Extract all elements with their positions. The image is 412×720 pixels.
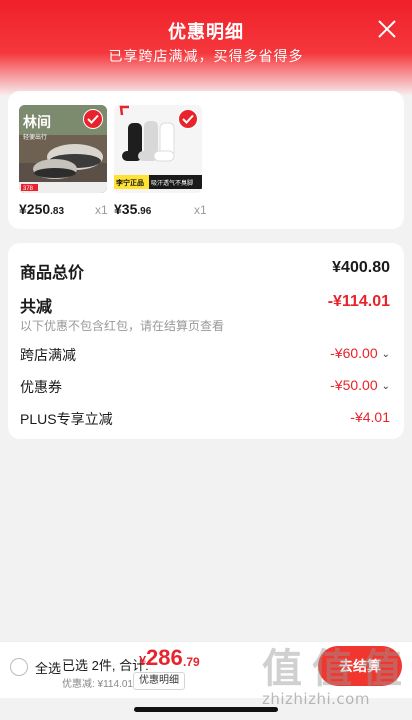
chevron-down-icon: ⌄ [381,381,390,392]
discount-note: 以下优惠不包含红包，请在结算页查看 [20,319,225,333]
page-title: 优惠明细 [168,22,244,42]
goods-total-value: ¥400.80 [332,259,390,276]
watermark-logo: 值值值 [262,646,412,692]
discount-detail-tag[interactable]: 优惠明细 [133,672,185,690]
total-discount-value: -¥114.01 [327,293,390,310]
product-price: ¥250.83 [19,201,65,217]
goods-total-label: 商品总价 [20,265,85,282]
product-qty: x1 [95,203,108,217]
product-image-socks: 李宁正品 吸汗透气不臭脚 [114,105,202,193]
total-discount-label: 共减 [20,299,53,316]
discount-amount-line: 优惠减: ¥114.01 [62,679,133,690]
plus-discount-label: PLUS专享立减 [20,411,113,427]
plus-discount-value: -¥4.01 [350,409,390,425]
close-button[interactable] [376,18,398,40]
product-qty: x1 [194,203,207,217]
home-indicator[interactable] [134,707,278,712]
selected-check-icon [178,109,198,129]
select-all-radio[interactable] [10,658,28,676]
svg-text:吸汗透气不臭脚: 吸汗透气不臭脚 [151,179,193,187]
product-item[interactable]: 李宁正品 吸汗透气不臭脚 ¥35.96 x1 [114,105,207,217]
product-image-shoes: 378 林间 轻便出行 [19,105,107,193]
header: 优惠明细 已享跨店满减，买得多省得多 [0,0,412,96]
coupon-label: 优惠券 [20,379,62,395]
close-icon [378,20,396,38]
svg-text:李宁正品: 李宁正品 [115,178,144,187]
chevron-down-icon: ⌄ [381,349,390,360]
select-all-label[interactable]: 全选 [35,658,61,677]
cross-store-discount-value: -¥60.00 ⌄ [330,345,390,361]
page-subtitle: 已享跨店满减，买得多省得多 [108,48,304,64]
discount-summary-card: 商品总价 ¥400.80 共减 -¥114.01 以下优惠不包含红包，请在结算页… [8,243,404,439]
svg-text:378: 378 [23,186,34,192]
coupon-value: -¥50.00 ⌄ [330,377,390,393]
product-item[interactable]: 378 林间 轻便出行 ¥250.83 x1 [19,105,109,217]
watermark-url: zhizhizhi.com [262,690,370,708]
total-amount-decimal: .79 [183,655,200,669]
selected-check-icon [83,109,103,129]
svg-text:林间: 林间 [23,114,51,130]
products-card: 378 林间 轻便出行 ¥250.83 x1 李宁正品 吸汗透气不臭脚 ¥35.… [8,91,404,229]
total-amount: 286 [146,645,183,670]
cross-store-discount-label: 跨店满减 [20,347,76,363]
svg-text:轻便出行: 轻便出行 [23,133,47,141]
product-price: ¥35.96 [114,201,152,217]
